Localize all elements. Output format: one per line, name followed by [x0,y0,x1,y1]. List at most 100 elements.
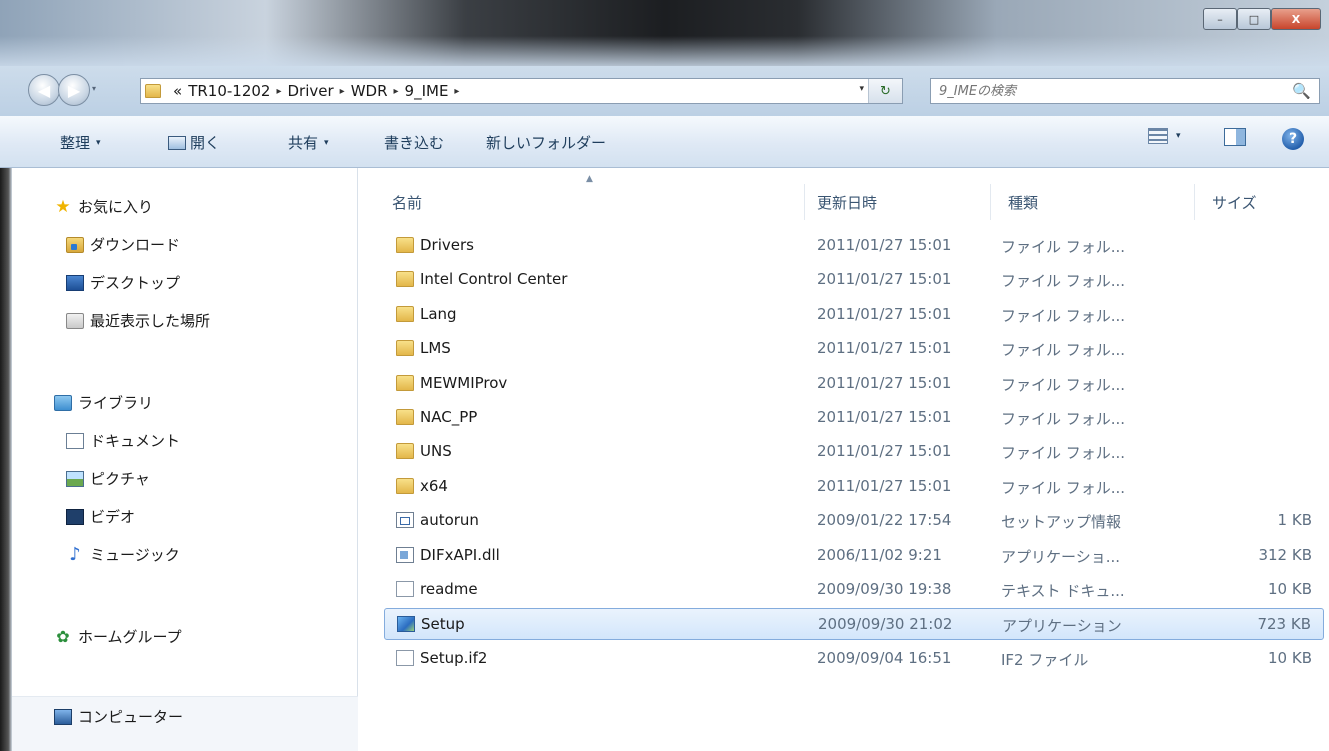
column-header-type[interactable]: 種類 [1008,192,1038,213]
breadcrumb-item-wdr[interactable]: WDR [351,82,388,100]
sidebar-item-label: ドキュメント [90,432,181,450]
address-dropdown-icon[interactable]: ▾ [859,84,864,94]
new-folder-button[interactable]: 新しいフォルダー [486,132,606,153]
breadcrumb-separator-icon[interactable]: ▸ [340,86,345,97]
folder-icon [145,84,161,98]
search-box[interactable]: 🔍 [930,78,1320,104]
column-header-name[interactable]: 名前 [392,192,422,213]
column-divider[interactable] [804,184,805,220]
maximize-button[interactable]: □ [1237,8,1271,30]
column-divider[interactable] [1194,184,1195,220]
close-button[interactable]: X [1271,8,1321,30]
organize-menu[interactable]: 整理 ▾ [60,132,101,153]
libraries-icon [54,394,72,411]
file-date: 2009/09/30 21:02 [818,615,953,634]
file-row[interactable]: Setup 2009/09/30 21:02 アプリケーション 723 KB [384,608,1324,641]
chevron-down-icon: ▾ [324,137,329,148]
breadcrumb-item-9-ime[interactable]: 9_IME [405,82,449,100]
preview-pane-button[interactable] [1224,128,1246,146]
sidebar-item-downloads[interactable]: ダウンロード [66,234,180,255]
file-row[interactable]: readme 2009/09/30 19:38 テキスト ドキュ... 10 KB [384,574,1324,606]
breadcrumb-separator-icon[interactable]: ▸ [394,86,399,97]
file-row[interactable]: NAC_PP 2011/01/27 15:01 ファイル フォル... [384,402,1324,434]
application-icon [397,616,415,633]
file-row[interactable]: MEWMIProv 2011/01/27 15:01 ファイル フォル... [384,368,1324,400]
minimize-button[interactable]: – [1203,8,1237,30]
breadcrumb-separator-icon[interactable]: ▸ [454,86,459,97]
sidebar-item-recent-places[interactable]: 最近表示した場所 [66,310,210,331]
file-row[interactable]: autorun 2009/01/22 17:54 セットアップ情報 1 KB [384,505,1324,537]
sidebar-item-label: 最近表示した場所 [90,312,211,330]
file-row[interactable]: Setup.if2 2009/09/04 16:51 IF2 ファイル 10 KB [384,643,1324,675]
column-header-date[interactable]: 更新日時 [817,192,877,213]
search-icon[interactable]: 🔍 [1292,82,1311,100]
file-date: 2011/01/27 15:01 [817,408,952,426]
sidebar-item-computer[interactable]: コンピューター [54,706,183,727]
command-bar: 整理 ▾ 開く 共有 ▾ 書き込む 新しいフォルダー ▾ ? [0,116,1329,168]
file-type: ファイル フォル... [1001,375,1126,394]
file-name-cell: Lang [396,305,457,323]
breadcrumb-item-tr10-1202[interactable]: TR10-1202 [188,82,270,100]
recent-pages-dropdown[interactable]: ▾ [92,84,96,93]
file-row[interactable]: x64 2011/01/27 15:01 ファイル フォル... [384,471,1324,503]
breadcrumb-overflow[interactable]: « [173,82,182,100]
file-date: 2011/01/27 15:01 [817,442,952,461]
view-options-button[interactable]: ▾ [1148,128,1181,144]
file-row[interactable]: LMS 2011/01/27 15:01 ファイル フォル... [384,333,1324,365]
breadcrumb-item-driver[interactable]: Driver [287,82,333,100]
document-icon [396,581,414,597]
sidebar-item-videos[interactable]: ビデオ [66,506,135,527]
sidebar-item-favorites[interactable]: ★ お気に入り [54,196,153,217]
file-name: Setup [421,615,465,634]
burn-button[interactable]: 書き込む [384,132,444,153]
folder-icon [396,340,414,357]
file-name: autorun [420,511,479,530]
column-divider[interactable] [990,184,991,220]
sidebar-item-pictures[interactable]: ピクチャ [66,468,150,489]
share-menu[interactable]: 共有 ▾ [288,132,329,153]
folder-icon [396,443,414,460]
help-button[interactable]: ? [1282,128,1304,150]
folder-icon [396,271,414,288]
sidebar-item-homegroup[interactable]: ✿ ホームグループ [54,626,182,647]
file-date: 2006/11/02 9:21 [817,545,942,564]
file-name-cell: MEWMIProv [396,374,507,392]
sidebar-item-label: ピクチャ [90,470,150,488]
folder-icon [396,477,414,494]
back-button[interactable]: ◀ [28,74,60,106]
file-row[interactable]: Drivers 2011/01/27 15:01 ファイル フォル... [384,230,1324,262]
file-date: 2011/01/27 15:01 [817,476,952,495]
chevron-down-icon: ▾ [96,137,101,148]
videos-icon [66,508,84,525]
sidebar-item-music[interactable]: ♪ ミュージック [66,544,179,565]
open-button[interactable]: 開く [168,132,220,153]
sidebar-item-libraries[interactable]: ライブラリ [54,392,153,413]
file-row[interactable]: DIFxAPI.dll 2006/11/02 9:21 アプリケーショ... 312 … [384,540,1324,572]
refresh-button[interactable]: ↻ [868,79,902,103]
sidebar-item-desktop[interactable]: デスクトップ [66,272,180,293]
star-icon: ★ [55,196,71,217]
file-row[interactable]: Intel Control Center 2011/01/27 15:01 ファイル… [384,264,1324,296]
file-row[interactable]: Lang 2011/01/27 15:01 ファイル フォル... [384,299,1324,331]
column-header-size[interactable]: サイズ [1212,192,1257,213]
file-type: ファイル フォル... [1001,444,1126,463]
open-label: 開く [190,134,221,152]
file-type: アプリケーショ... [1001,547,1121,566]
sidebar-item-documents[interactable]: ドキュメント [66,430,180,451]
sidebar-item-label: ホームグループ [78,628,182,646]
file-date: 2011/01/27 15:01 [817,339,952,358]
address-bar[interactable]: « TR10-1202 ▸ Driver ▸ WDR ▸ 9_IME ▸ ▾ ↻ [140,78,903,104]
file-date: 2009/01/22 17:54 [817,511,952,530]
file-name: LMS [420,339,451,358]
file-size: 312 KB [1258,545,1312,564]
file-date: 2011/01/27 15:01 [817,373,952,392]
forward-button[interactable]: ▶ [58,74,90,106]
file-name-cell: Intel Control Center [396,270,567,288]
dll-file-icon [396,546,414,563]
file-row[interactable]: UNS 2011/01/27 15:01 ファイル フォル... [384,436,1324,468]
search-input[interactable] [939,83,1269,99]
sort-ascending-icon: ▲ [586,174,593,184]
sidebar-item-label: ダウンロード [90,236,181,254]
breadcrumb-separator-icon[interactable]: ▸ [276,86,281,97]
file-name-cell: x64 [396,477,448,495]
